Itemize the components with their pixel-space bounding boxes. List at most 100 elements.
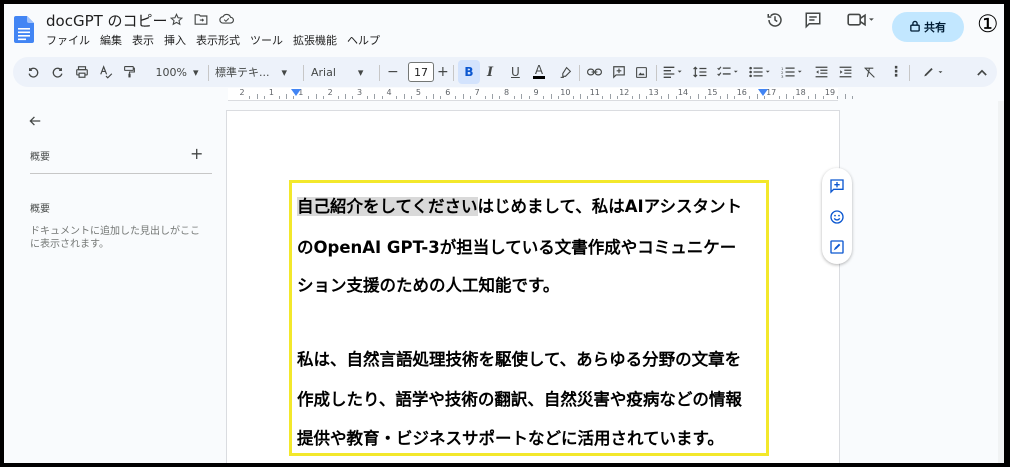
clear-formatting-icon[interactable] bbox=[863, 64, 876, 80]
add-comment-icon[interactable] bbox=[829, 178, 845, 194]
lock-icon bbox=[910, 20, 920, 35]
cloud-status-icon[interactable] bbox=[218, 11, 234, 27]
decrease-font-size-button[interactable]: − bbox=[387, 64, 399, 80]
ruler-tick bbox=[278, 96, 280, 99]
style-select[interactable]: 標準テキ... ▾ bbox=[215, 64, 297, 80]
ruler-tick bbox=[366, 96, 368, 99]
ruler-tick bbox=[440, 96, 442, 99]
outline-heading: 概要 bbox=[30, 204, 50, 215]
ruler-tick bbox=[308, 96, 310, 99]
document-title[interactable]: docGPT のコピー bbox=[46, 10, 168, 31]
move-folder-icon[interactable] bbox=[193, 11, 209, 27]
ruler-tick bbox=[793, 96, 795, 99]
right-indent-marker[interactable] bbox=[758, 89, 768, 96]
collapse-toolbar-icon[interactable] bbox=[977, 64, 987, 80]
document-line-3[interactable]: ション支援のための人工知能です。 bbox=[297, 272, 559, 296]
increase-font-size-button[interactable]: + bbox=[437, 64, 449, 80]
ruler-tick bbox=[550, 94, 552, 99]
editing-mode-icon[interactable] bbox=[923, 64, 945, 80]
star-icon[interactable] bbox=[168, 11, 184, 27]
ruler-tick bbox=[528, 96, 530, 99]
menu-file[interactable]: ファイル bbox=[46, 32, 90, 48]
text-color-button[interactable]: A bbox=[533, 64, 545, 80]
menu-insert[interactable]: 挿入 bbox=[164, 32, 186, 48]
highlighter-icon[interactable] bbox=[559, 64, 572, 80]
menu-view[interactable]: 表示 bbox=[132, 32, 154, 48]
meet-icon[interactable] bbox=[844, 9, 878, 31]
document-line-1[interactable]: 自己紹介をしてくださいはじめまして、私はAIアシスタント bbox=[297, 193, 742, 217]
outline-sidebar: 概要 + 概要 ドキュメントに追加した見出しがここに表示されます。 bbox=[4, 101, 224, 463]
suggest-edits-icon[interactable] bbox=[829, 239, 845, 255]
document-line-2[interactable]: のOpenAI GPT-3が担当している文書作成やコミュニケー bbox=[297, 234, 736, 258]
left-indent-marker[interactable] bbox=[291, 89, 301, 96]
font-select[interactable]: Arial ▾ bbox=[311, 64, 371, 80]
paint-format-icon[interactable] bbox=[123, 64, 136, 80]
document-line-4[interactable]: 私は、自然言語処理技術を駆使して、あらゆる分野の文章を bbox=[297, 346, 741, 370]
menu-edit[interactable]: 編集 bbox=[100, 32, 122, 48]
bulleted-list-icon[interactable] bbox=[749, 64, 771, 80]
text-color-label: A bbox=[534, 63, 544, 77]
ruler-tick bbox=[778, 96, 780, 99]
link-icon[interactable] bbox=[587, 64, 602, 80]
comments-icon[interactable] bbox=[802, 9, 824, 31]
formatting-toolbar: 100% ▾ 標準テキ... ▾ Arial ▾ − 17 + B I U A bbox=[13, 57, 997, 87]
numbered-list-icon[interactable]: 123 bbox=[781, 64, 803, 80]
add-emoji-reaction-icon[interactable] bbox=[829, 209, 845, 225]
print-icon[interactable] bbox=[75, 64, 89, 80]
ruler-track: 2 1 1 2 3 4 5 6 7 8 9 10 11 12 13 14 15 16 17 18 19 bbox=[228, 88, 854, 101]
sidebar-divider bbox=[30, 173, 212, 174]
back-arrow-icon[interactable] bbox=[28, 113, 42, 132]
redo-icon[interactable] bbox=[51, 64, 64, 80]
checklist-icon[interactable] bbox=[717, 64, 739, 80]
ruler-tick bbox=[646, 96, 648, 99]
italic-button[interactable]: I bbox=[487, 64, 493, 80]
ruler-tick bbox=[844, 94, 846, 99]
zoom-select[interactable]: 100% ▾ bbox=[148, 64, 206, 80]
ruler-tick bbox=[425, 96, 427, 99]
ruler-tick bbox=[469, 96, 471, 99]
history-icon[interactable] bbox=[764, 9, 786, 31]
ruler-tick bbox=[543, 96, 545, 99]
decrease-indent-icon[interactable] bbox=[815, 64, 828, 80]
ruler-number: 16 bbox=[736, 88, 747, 97]
font-size-input[interactable]: 17 bbox=[408, 62, 434, 82]
ruler-number: 12 bbox=[619, 88, 630, 97]
ruler-number: 4 bbox=[386, 88, 392, 97]
insert-image-icon[interactable] bbox=[635, 64, 648, 80]
floating-action-bar bbox=[822, 168, 852, 264]
menu-format[interactable]: 表示形式 bbox=[196, 32, 240, 48]
ruler-tick bbox=[256, 94, 258, 99]
ruler-tick bbox=[602, 96, 604, 99]
ruler-tick bbox=[675, 96, 677, 99]
ruler[interactable]: 2 1 1 2 3 4 5 6 7 8 9 10 11 12 13 14 15 16 17 18 19 bbox=[4, 88, 1004, 101]
menu-tools[interactable]: ツール bbox=[250, 32, 283, 48]
undo-icon[interactable] bbox=[27, 64, 40, 80]
add-comment-icon[interactable] bbox=[612, 64, 626, 80]
menu-extensions[interactable]: 拡張機能 bbox=[293, 32, 337, 48]
document-line-6[interactable]: 提供や教育・ビジネスサポートなどに活用されています。 bbox=[297, 425, 724, 449]
underline-button[interactable]: U bbox=[511, 64, 520, 80]
ruler-tick bbox=[763, 96, 765, 99]
ruler-tick bbox=[807, 96, 809, 99]
ruler-number: 13 bbox=[648, 88, 659, 97]
yellow-highlight-box bbox=[289, 180, 769, 456]
line-spacing-icon[interactable] bbox=[693, 64, 707, 80]
spellcheck-icon[interactable] bbox=[99, 64, 113, 80]
menu-help[interactable]: ヘルプ bbox=[347, 32, 380, 48]
share-button[interactable]: 共有 bbox=[892, 12, 964, 42]
align-icon[interactable] bbox=[663, 64, 683, 80]
more-options-icon[interactable]: ⋮ bbox=[889, 64, 903, 80]
outline-empty-note: ドキュメントに追加した見出しがここに表示されます。 bbox=[30, 226, 200, 250]
document-line-5[interactable]: 作成したり、語学や技術の翻訳、自然災害や疫病などの情報 bbox=[297, 386, 742, 410]
zoom-value: 100% bbox=[155, 65, 187, 79]
ruler-number: 15 bbox=[707, 88, 718, 97]
ruler-tick bbox=[513, 96, 515, 99]
selected-text[interactable]: 自己紹介をしてください bbox=[297, 197, 478, 216]
ruler-tick bbox=[638, 94, 640, 99]
increase-indent-icon[interactable] bbox=[839, 64, 852, 80]
vertical-scrollbar[interactable] bbox=[998, 101, 1004, 463]
docs-logo-icon[interactable] bbox=[14, 16, 34, 43]
bold-button[interactable]: B bbox=[458, 60, 480, 84]
add-summary-button[interactable]: + bbox=[190, 144, 203, 163]
ruler-tick bbox=[572, 96, 574, 99]
